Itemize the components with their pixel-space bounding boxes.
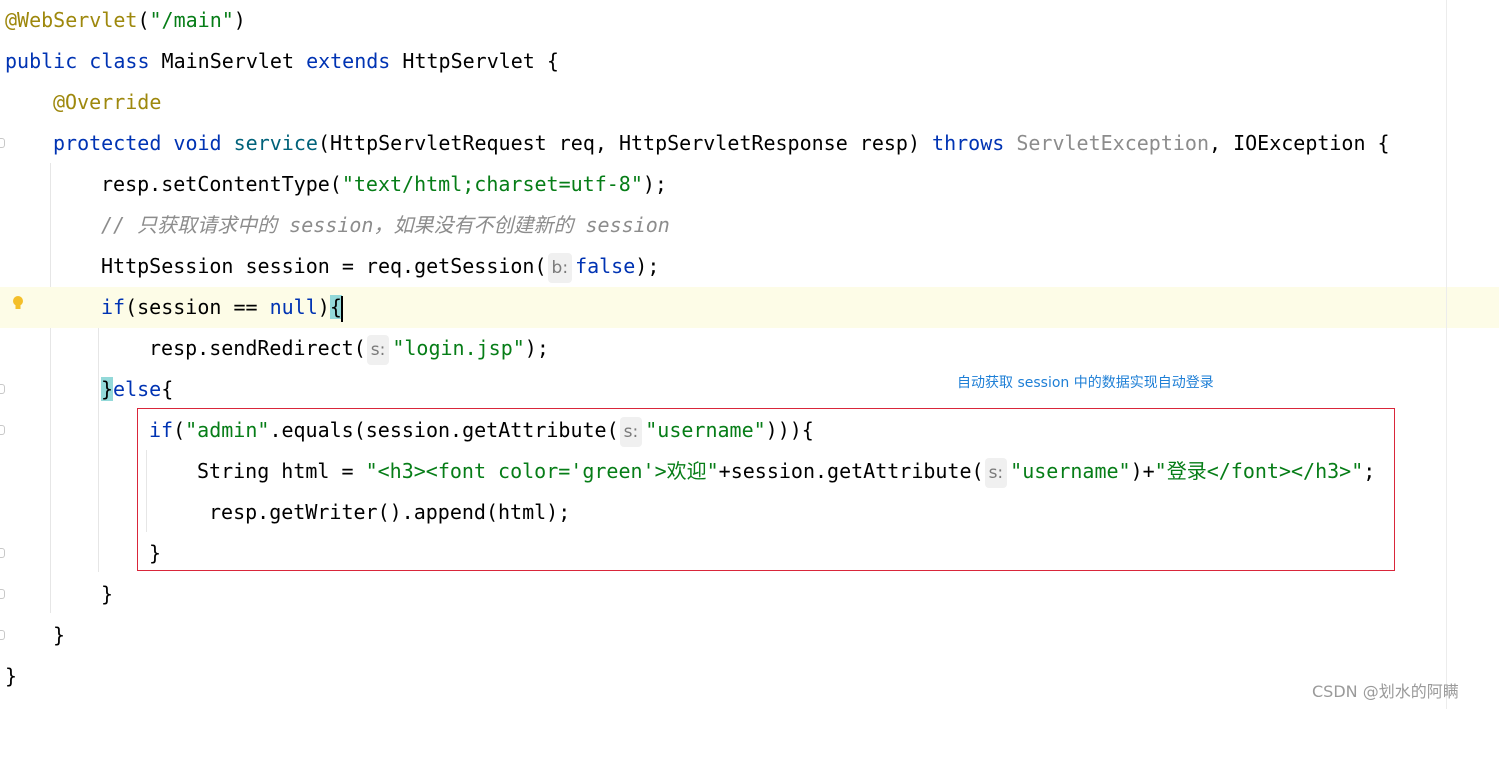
code-line[interactable]: } (0, 656, 1446, 697)
keyword-token: void (173, 131, 222, 155)
code-token: ( (137, 8, 150, 32)
code-token: HttpSession session = req.getSession( (101, 254, 547, 278)
code-token: (HttpServletRequest req, HttpServletResp… (317, 131, 933, 155)
method-name-token: service (233, 131, 318, 155)
code-line[interactable]: @Override (0, 82, 1446, 123)
string-token: "/main" (149, 8, 234, 32)
text-caret (340, 295, 343, 322)
annotation-token: @WebServlet (5, 8, 138, 32)
code-token: ServletException (1016, 131, 1209, 155)
code-line[interactable]: // 只获取请求中的 session，如果没有不创建新的 session (0, 205, 1446, 246)
code-token: ); (635, 254, 660, 278)
code-line[interactable]: resp.setContentType("text/html;charset=u… (0, 164, 1446, 205)
code-token: ); (524, 336, 549, 360)
code-token: ); (642, 172, 667, 196)
string-token: "text/html;charset=utf-8" (341, 172, 643, 196)
code-editor[interactable]: @WebServlet("/main") public class MainSe… (0, 0, 1499, 709)
code-token: { (161, 377, 174, 401)
code-line[interactable]: HttpSession session = req.getSession(b: f… (0, 246, 1446, 287)
keyword-token: extends (306, 49, 391, 73)
code-line[interactable]: }else{ (0, 369, 1446, 410)
code-token: } (5, 664, 18, 688)
code-token: } (101, 582, 114, 606)
code-token: ) (233, 8, 246, 32)
keyword-token: class (89, 49, 150, 73)
lightbulb-icon[interactable] (12, 295, 24, 311)
code-token: MainServlet (149, 49, 307, 73)
code-token: resp.sendRedirect( (149, 336, 366, 360)
highlight-callout-box (137, 408, 1395, 571)
keyword-token: throws (932, 131, 1005, 155)
editor-right-margin (1446, 0, 1447, 709)
keyword-token: public (5, 49, 78, 73)
code-token: resp.setContentType( (101, 172, 342, 196)
current-code-line[interactable]: if(session == null){ (0, 287, 1499, 328)
keyword-token: else (113, 377, 162, 401)
code-line[interactable]: protected void service(HttpServletReques… (0, 123, 1446, 164)
keyword-token: null (269, 295, 318, 319)
code-token: ) (317, 295, 330, 319)
code-line[interactable]: } (0, 615, 1446, 656)
annotation-token: @Override (53, 90, 162, 114)
keyword-token: protected (53, 131, 162, 155)
parameter-hint: s: (366, 334, 390, 365)
keyword-token: if (101, 295, 126, 319)
code-token: } (53, 623, 66, 647)
code-token: (session == (125, 295, 270, 319)
code-line[interactable]: public class MainServlet extends HttpSer… (0, 41, 1446, 82)
keyword-token: false (575, 254, 636, 278)
code-line[interactable]: resp.sendRedirect(s: "login.jsp"); (0, 328, 1446, 369)
string-token: "login.jsp" (392, 336, 525, 360)
matched-brace: } (101, 377, 114, 401)
code-line[interactable]: } (0, 574, 1446, 615)
code-token: HttpServlet { (390, 49, 559, 73)
comment-token: // 只获取请求中的 session，如果没有不创建新的 session (101, 213, 670, 237)
watermark: CSDN @划水的阿瞒 (1312, 682, 1459, 701)
callout-note: 自动获取 session 中的数据实现自动登录 (957, 375, 1214, 391)
code-token: , IOException { (1208, 131, 1390, 155)
parameter-hint: b: (547, 252, 573, 283)
code-line[interactable]: @WebServlet("/main") (0, 0, 1446, 41)
